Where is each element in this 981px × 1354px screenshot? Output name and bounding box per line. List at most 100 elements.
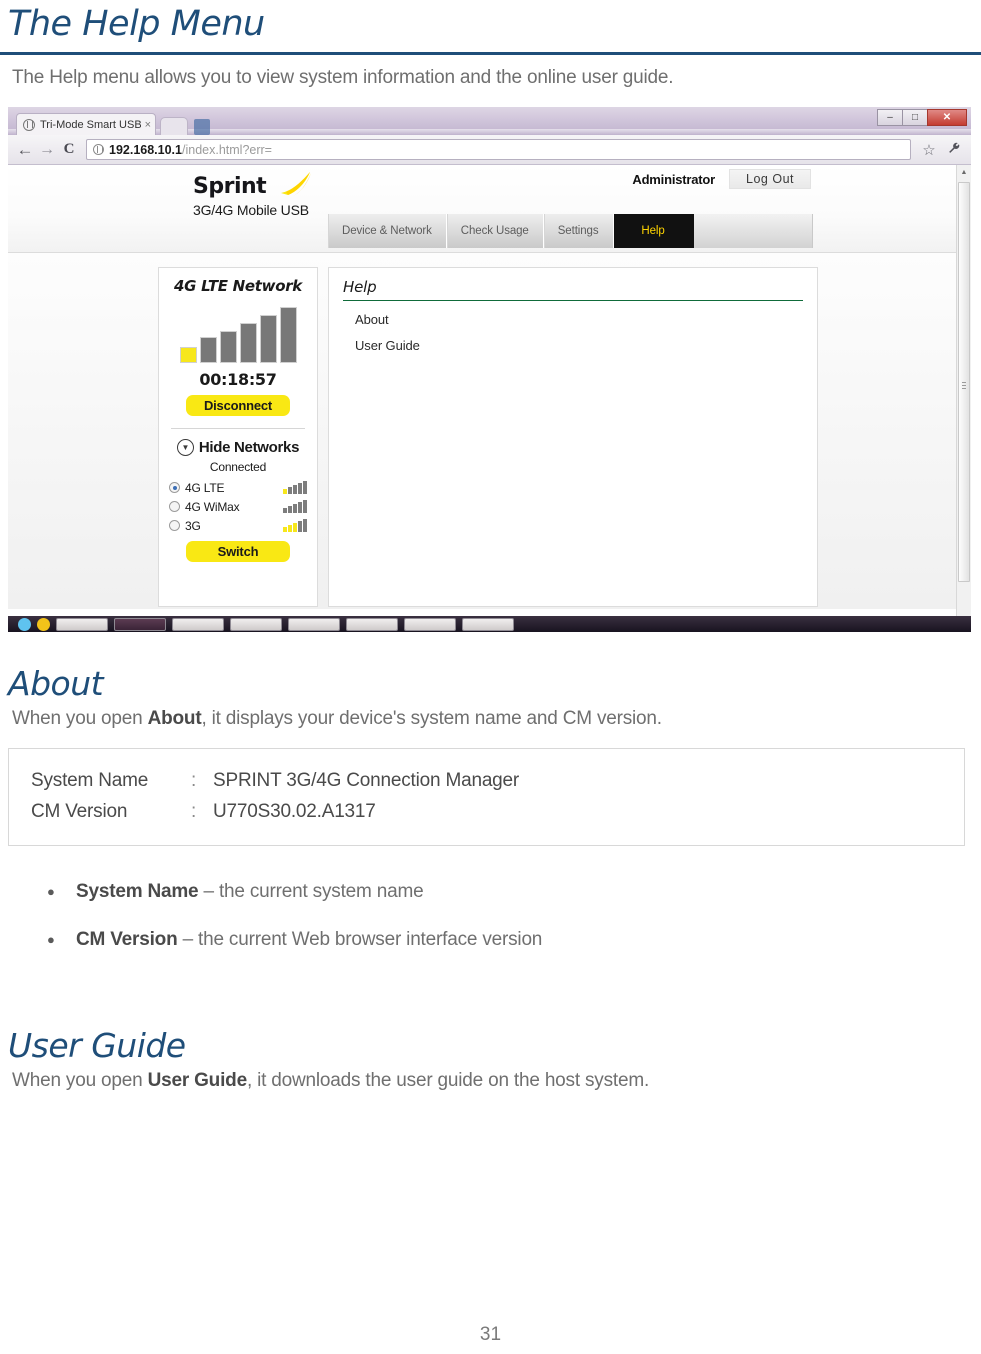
user-guide-paragraph-bold: User Guide [147,1070,248,1091]
new-tab-button[interactable] [160,117,188,135]
tab-check-usage[interactable]: Check Usage [446,214,544,248]
radio-button-icon[interactable] [169,501,180,512]
hide-networks-toggle[interactable]: ▼ Hide Networks [159,439,317,456]
help-panel: Help About User Guide [328,267,818,607]
app-header: Sprint 3G/4G Mobile USB Administrator Lo… [8,165,971,253]
taskbar-item [56,617,108,631]
vertical-scrollbar[interactable]: ▲ ▼ [956,165,971,632]
bullet-desc: – the current system name [198,881,424,902]
back-button-icon[interactable]: ← [14,140,36,160]
row-value: U770S30.02.A1317 [213,801,376,822]
taskbar-item [404,617,456,631]
connected-label: Connected [209,460,267,474]
network-option-4g-wimax[interactable]: 4G WiMax [169,497,307,516]
scrollbar-thumb[interactable] [958,182,970,582]
bullet-desc: – the current Web browser interface vers… [177,929,543,950]
table-row: CM Version : U770S30.02.A1317 [31,796,964,827]
browser-window-screenshot: Tri-Mode Smart USB × – □ ✕ ← → C 192.168… [8,107,971,644]
network-option-4g-lte[interactable]: 4G LTE [169,478,307,497]
url-path: /index.html?err= [182,142,272,157]
taskbar-item [172,617,224,631]
tab-device-and-network[interactable]: Device & Network [328,214,447,248]
radio-button-icon[interactable] [169,520,180,531]
taskbar-item [346,617,398,631]
document-page: The Help Menu The Help menu allows you t… [0,0,981,1354]
taskbar-ghost-icon [194,119,210,135]
taskbar-orb-icon [18,617,31,631]
taskbar-orb-icon [37,617,50,631]
user-guide-paragraph-post: , it downloads the user guide on the hos… [246,1070,650,1091]
address-bar[interactable]: 192.168.10.1/index.html?err= [86,139,911,160]
brand-block: Sprint 3G/4G Mobile USB [193,171,313,218]
browser-viewport: Sprint 3G/4G Mobile USB Administrator Lo… [8,165,971,632]
radio-button-icon[interactable] [169,482,180,493]
tab-title: Tri-Mode Smart USB [40,118,141,131]
help-link-about[interactable]: About [343,312,803,327]
browser-tab[interactable]: Tri-Mode Smart USB × [16,113,156,135]
reload-button-icon[interactable]: C [58,141,80,158]
page-title: The Help Menu [8,4,265,44]
logout-button[interactable]: Log Out [729,169,811,189]
bookmark-star-icon[interactable]: ☆ [917,141,941,159]
about-paragraph-pre: When you open [12,708,148,729]
taskbar-item [230,617,282,631]
list-item: System Name – the current system name [0,868,981,916]
chevron-down-icon: ▼ [176,439,194,456]
card-divider [171,428,305,429]
browser-toolbar: ← → C 192.168.10.1/index.html?err= ☆ [8,135,971,165]
network-option-3g[interactable]: 3G [169,516,307,535]
scrollbar-grip-icon [962,382,966,389]
bullet-term: CM Version [76,929,178,950]
row-colon: : [191,770,197,791]
user-guide-paragraph: When you open User Guide, it downloads t… [0,1066,981,1094]
user-guide-heading: User Guide [8,1026,186,1065]
switch-button[interactable]: Switch [186,541,290,562]
signal-bars-icon [283,481,307,494]
tab-help[interactable]: Help [613,214,694,248]
intro-paragraph: The Help menu allows you to view system … [12,67,674,88]
help-panel-title: Help [343,278,803,301]
row-label: CM Version [31,801,128,822]
signal-strength-icon [159,305,317,363]
url-host: 192.168.10.1 [109,142,182,157]
about-info-table-screenshot: System Name : SPRINT 3G/4G Connection Ma… [8,748,965,846]
row-label: System Name [31,770,149,791]
maximize-button[interactable]: □ [902,109,928,126]
tab-settings[interactable]: Settings [543,214,614,248]
close-button[interactable]: ✕ [927,109,967,126]
tab-close-icon[interactable]: × [141,119,151,131]
app-body: 4G LTE Network 00:18:57 Disconnect ▼ Hid… [8,253,971,609]
app-nav-tabs: Device & Network Check Usage Settings He… [328,214,813,248]
scroll-up-arrow-icon[interactable]: ▲ [957,165,971,180]
forward-button-icon[interactable]: → [36,141,58,159]
network-name: 4G WiMax [185,499,240,514]
admin-bar: Administrator Log Out [632,169,811,189]
window-controls: – □ ✕ [877,109,967,126]
minimize-button[interactable]: – [877,109,903,126]
administrator-label: Administrator [632,171,716,187]
wrench-menu-icon[interactable] [941,141,965,158]
about-bullet-list: System Name – the current system name CM… [0,868,981,964]
table-row: System Name : SPRINT 3G/4G Connection Ma… [31,765,964,796]
hide-networks-label: Hide Networks [198,439,300,456]
bullet-term: System Name [76,881,199,902]
brand-name: Sprint [193,174,267,199]
tab-favicon-icon [23,118,35,131]
about-paragraph-post: , it displays your device's system name … [201,708,662,729]
help-link-user-guide[interactable]: User Guide [343,338,803,353]
disconnect-button[interactable]: Disconnect [186,395,290,416]
user-guide-paragraph-pre: When you open [12,1070,148,1091]
about-paragraph-bold: About [147,708,202,729]
browser-titlebar: Tri-Mode Smart USB × – □ ✕ [8,107,971,135]
sprint-swoosh-icon [279,171,313,197]
page-info-icon [93,144,104,155]
taskbar-item [114,617,166,631]
network-name: 4G LTE [185,480,225,495]
os-taskbar [8,616,971,632]
taskbar-item [462,617,514,631]
network-name: 3G [185,518,201,533]
nav-tabs-filler [693,214,812,248]
list-item: CM Version – the current Web browser int… [0,916,981,964]
row-colon: : [191,801,197,822]
about-paragraph: When you open About, it displays your de… [0,704,981,732]
